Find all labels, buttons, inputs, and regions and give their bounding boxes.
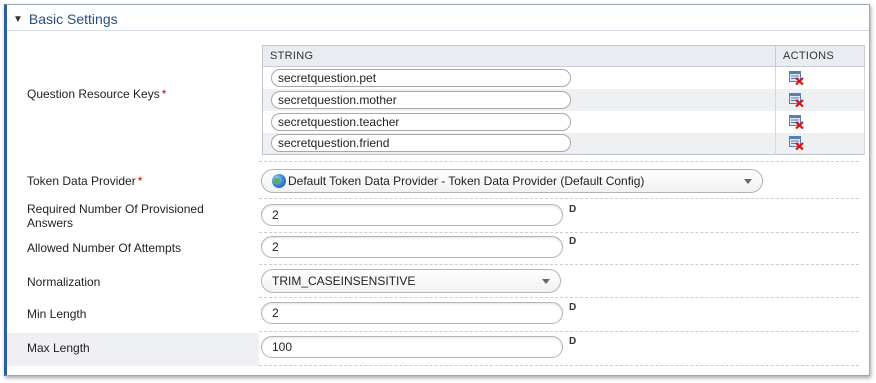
- question-keys-body: [262, 66, 865, 155]
- delete-row-icon[interactable]: [789, 136, 804, 151]
- token-provider-value: Default Token Data Provider - Token Data…: [288, 174, 645, 188]
- required-marker: *: [137, 174, 143, 188]
- max-length-label: Max Length: [27, 341, 90, 355]
- required-marker: *: [161, 87, 167, 101]
- default-flag: D: [569, 336, 577, 347]
- provisioned-answers-label: Required Number Of Provisioned Answers: [27, 202, 204, 230]
- section-header[interactable]: ▼ Basic Settings: [13, 10, 118, 28]
- default-flag: D: [569, 302, 577, 313]
- actions-cell: [775, 88, 865, 111]
- attempts-label: Allowed Number Of Attempts: [27, 241, 182, 255]
- question-key-input[interactable]: [271, 68, 571, 87]
- delete-row-icon[interactable]: [789, 70, 804, 86]
- row-divider: [259, 161, 859, 162]
- actions-cell: [775, 132, 865, 155]
- chevron-down-icon: [744, 179, 752, 184]
- question-keys-label: Question Resource Keys *: [27, 87, 166, 101]
- string-cell: [262, 66, 776, 89]
- table-row: [262, 66, 865, 89]
- token-provider-label: Token Data Provider *: [27, 174, 142, 188]
- default-flag: D: [569, 236, 577, 247]
- row-divider: [259, 297, 859, 298]
- column-header-string: STRING: [262, 45, 776, 67]
- chevron-down-icon: [542, 279, 550, 284]
- table-header-row: STRING ACTIONS: [262, 45, 865, 67]
- actions-cell: [775, 110, 865, 133]
- question-keys-table: STRING ACTIONS: [262, 45, 865, 155]
- section-title: Basic Settings: [28, 11, 118, 27]
- row-divider: [259, 198, 859, 199]
- question-key-input[interactable]: [271, 90, 571, 109]
- token-provider-select[interactable]: Default Token Data Provider - Token Data…: [261, 169, 763, 193]
- token-provider-label-text: Token Data Provider: [27, 174, 136, 188]
- table-row: [262, 110, 865, 133]
- delete-row-icon[interactable]: [789, 92, 804, 107]
- normalization-label: Normalization: [27, 275, 101, 289]
- max-length-input[interactable]: [261, 336, 563, 358]
- row-divider: [259, 331, 859, 332]
- string-cell: [262, 110, 776, 133]
- row-divider: [259, 232, 859, 233]
- question-keys-label-text: Question Resource Keys: [27, 87, 160, 101]
- question-key-input[interactable]: [271, 134, 571, 153]
- table-row: [262, 132, 865, 155]
- question-key-input[interactable]: [271, 112, 571, 131]
- attempts-input[interactable]: [261, 236, 563, 258]
- globe-icon: [272, 174, 286, 188]
- default-flag: D: [569, 204, 577, 215]
- row-divider: [259, 365, 859, 366]
- basic-settings-panel: ▼ Basic Settings Question Resource Keys *…: [4, 4, 870, 376]
- min-length-input[interactable]: [261, 302, 563, 324]
- string-cell: [262, 132, 776, 155]
- provisioned-answers-input[interactable]: [261, 204, 563, 226]
- row-divider: [259, 264, 859, 265]
- collapse-triangle-icon[interactable]: ▼: [13, 14, 23, 25]
- column-header-actions: ACTIONS: [775, 45, 865, 67]
- normalization-select[interactable]: TRIM_CASEINSENSITIVE: [261, 269, 561, 293]
- header-divider: [7, 30, 869, 31]
- delete-row-icon[interactable]: [789, 114, 804, 129]
- string-cell: [262, 88, 776, 111]
- actions-cell: [775, 66, 865, 89]
- normalization-value: TRIM_CASEINSENSITIVE: [272, 274, 416, 288]
- table-row: [262, 88, 865, 111]
- min-length-label: Min Length: [27, 307, 87, 321]
